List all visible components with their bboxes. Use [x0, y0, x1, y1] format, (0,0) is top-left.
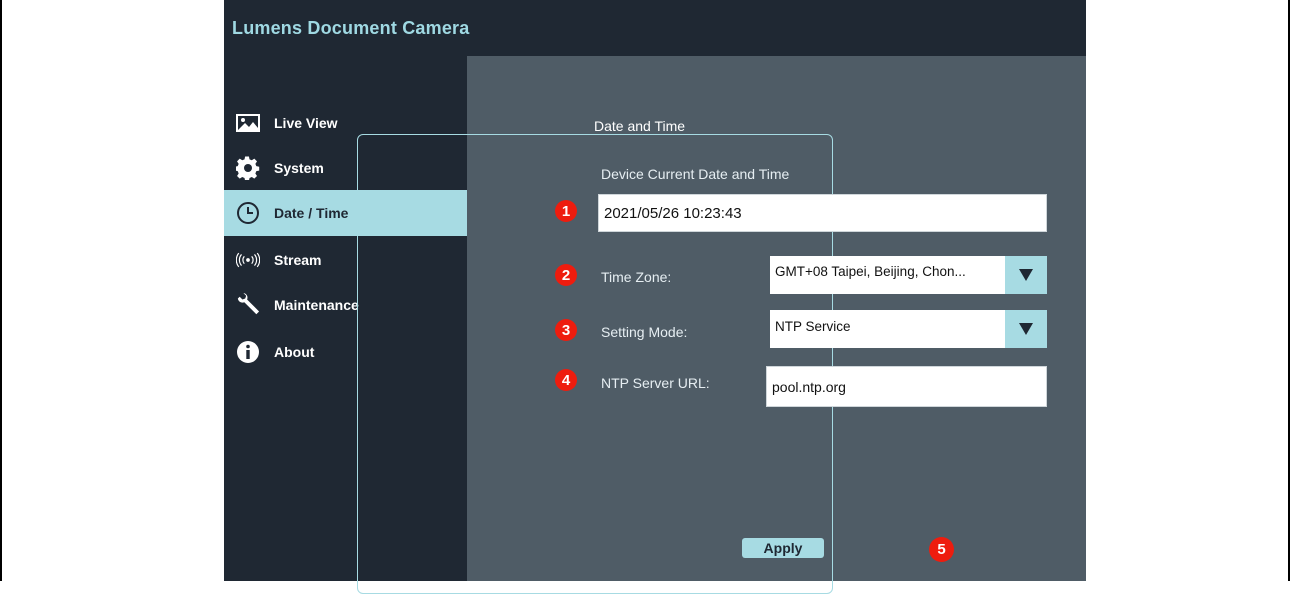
- callout-badge-2: 2: [555, 264, 577, 286]
- callout-badge-5: 5: [929, 537, 954, 562]
- app-title: Lumens Document Camera: [232, 18, 470, 38]
- sidebar-item-label: System: [274, 160, 324, 176]
- info-icon: [236, 340, 260, 364]
- top-bar: Lumens Document Camera: [224, 0, 1086, 56]
- callout-badge-4: 4: [555, 369, 577, 391]
- broadcast-icon: [236, 248, 260, 272]
- ntp-server-url-input[interactable]: pool.ntp.org: [766, 366, 1047, 407]
- time-zone-value: GMT+08 Taipei, Beijing, Chon...: [775, 264, 966, 279]
- current-date-time-label: Device Current Date and Time: [601, 166, 790, 182]
- sidebar-item-label: Live View: [274, 115, 338, 131]
- sidebar-item-label: Stream: [274, 252, 322, 268]
- setting-mode-value: NTP Service: [775, 319, 851, 334]
- ntp-server-url-label: NTP Server URL:: [601, 375, 710, 391]
- gear-icon: [236, 156, 260, 180]
- callout-badge-3: 3: [555, 319, 577, 341]
- setting-mode-select[interactable]: NTP Service: [770, 310, 1047, 348]
- clock-icon: [236, 201, 260, 225]
- wrench-icon: [236, 293, 260, 317]
- time-zone-select[interactable]: GMT+08 Taipei, Beijing, Chon...: [770, 256, 1047, 294]
- image-icon: [236, 111, 260, 135]
- sidebar-item-label: About: [274, 344, 315, 360]
- current-date-time-field[interactable]: 2021/05/26 10:23:43: [598, 194, 1047, 232]
- sidebar-item-label: Date / Time: [274, 205, 349, 221]
- chevron-down-icon[interactable]: [1005, 256, 1047, 294]
- apply-button[interactable]: Apply: [742, 538, 824, 558]
- sidebar-item-label: Maintenance: [274, 297, 359, 313]
- section-title: Date and Time: [592, 118, 688, 134]
- chevron-down-icon[interactable]: [1005, 310, 1047, 348]
- setting-mode-label: Setting Mode:: [601, 324, 688, 340]
- callout-badge-1: 1: [555, 200, 577, 222]
- time-zone-label: Time Zone:: [601, 269, 672, 285]
